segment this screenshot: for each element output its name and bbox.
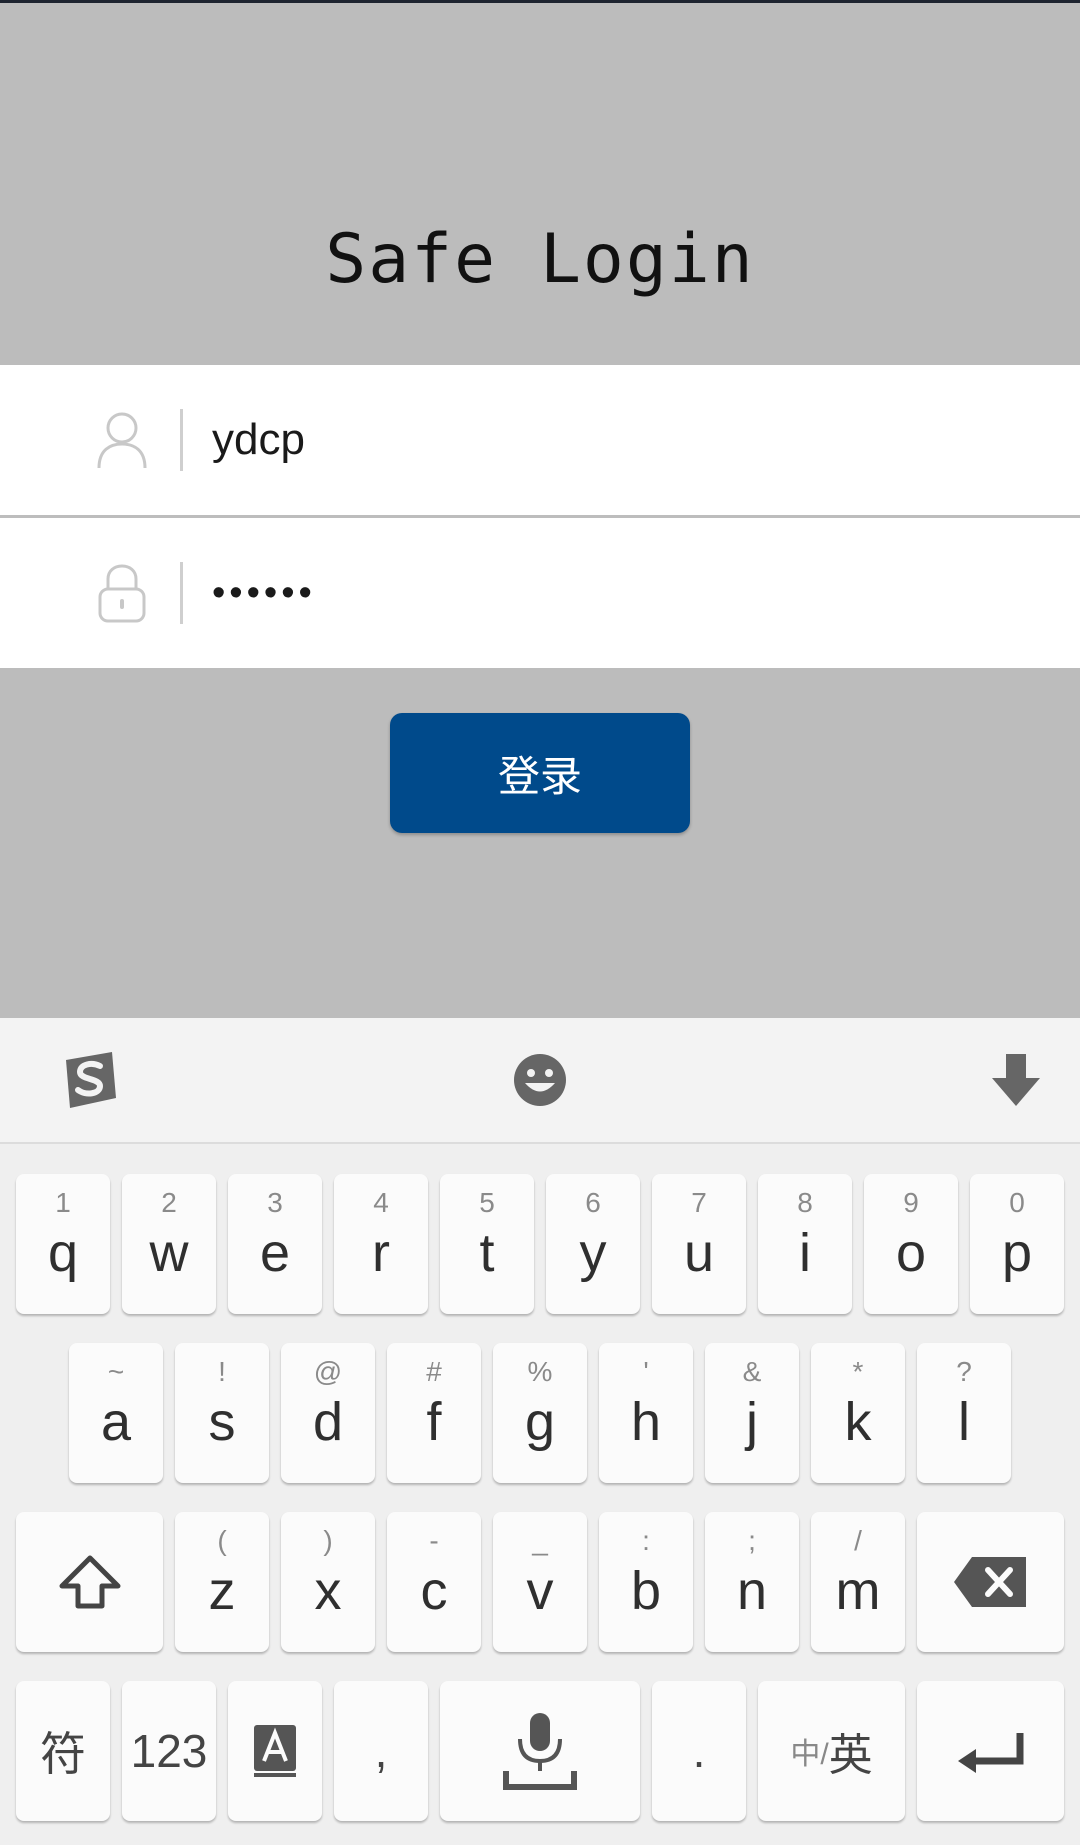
field-divider [180,409,183,471]
key-u[interactable]: 7u [652,1174,746,1314]
field-divider [180,562,183,624]
key-z[interactable]: (z [175,1512,269,1652]
emoji-icon[interactable] [512,1052,568,1113]
comma-key[interactable]: , [334,1681,428,1821]
language-switch-key[interactable]: 中/英 [758,1681,905,1821]
space-voice-key[interactable] [440,1681,640,1821]
key-j[interactable]: & j [705,1343,799,1483]
soft-keyboard: 1q 2w 3e 4r 5t 6y 7u 8i 9o 0p ~ a ! s @ d #… [0,1018,1080,1845]
key-s[interactable]: ! s [175,1343,269,1483]
status-bar-edge [0,0,1080,3]
username-field[interactable]: ydcp [0,365,1080,518]
key-x[interactable]: ) x [281,1512,375,1652]
key-t[interactable]: 5t [440,1174,534,1314]
sogou-logo-icon[interactable] [60,1050,120,1115]
key-n[interactable]: ; n [705,1512,799,1652]
key-i[interactable]: 8i [758,1174,852,1314]
password-field[interactable]: •••••• [0,518,1080,668]
microphone-icon [440,1681,640,1821]
handwriting-icon [228,1681,322,1821]
key-c[interactable]: -c [387,1512,481,1652]
period-key[interactable]: . [652,1681,746,1821]
key-f[interactable]: # f [387,1343,481,1483]
key-y[interactable]: 6y [546,1174,640,1314]
enter-icon [917,1681,1064,1821]
enter-key[interactable] [917,1681,1064,1821]
key-o[interactable]: 9o [864,1174,958,1314]
key-r[interactable]: 4r [334,1174,428,1314]
page-title: Safe Login [325,220,755,299]
backspace-key[interactable] [917,1512,1064,1652]
key-e[interactable]: 3e [228,1174,322,1314]
key-w[interactable]: 2w [122,1174,216,1314]
key-v[interactable]: _ v [493,1512,587,1652]
shift-key[interactable] [16,1512,163,1652]
numbers-key[interactable]: 123 [122,1681,216,1821]
login-button[interactable]: 登录 [390,713,690,833]
key-q[interactable]: 1q [16,1174,110,1314]
user-icon [96,410,148,470]
lock-icon [96,563,148,623]
key-a[interactable]: ~ a [69,1343,163,1483]
password-input[interactable]: •••••• [212,562,316,624]
keyboard-toolbar [0,1018,1080,1144]
symbol-key[interactable]: 符 [16,1681,110,1821]
key-l[interactable]: ? l [917,1343,1011,1483]
login-form: ydcp •••••• [0,365,1080,668]
key-d[interactable]: @ d [281,1343,375,1483]
key-b[interactable]: :b [599,1512,693,1652]
handwriting-key[interactable] [228,1681,322,1821]
key-g[interactable]: % g [493,1343,587,1483]
key-m[interactable]: / m [811,1512,905,1652]
key-h[interactable]: ' h [599,1343,693,1483]
key-p[interactable]: 0p [970,1174,1064,1314]
shift-icon [16,1512,163,1652]
backspace-icon [917,1512,1064,1652]
hide-keyboard-icon[interactable] [990,1052,1042,1113]
key-k[interactable]: * k [811,1343,905,1483]
username-input[interactable]: ydcp [212,409,305,471]
